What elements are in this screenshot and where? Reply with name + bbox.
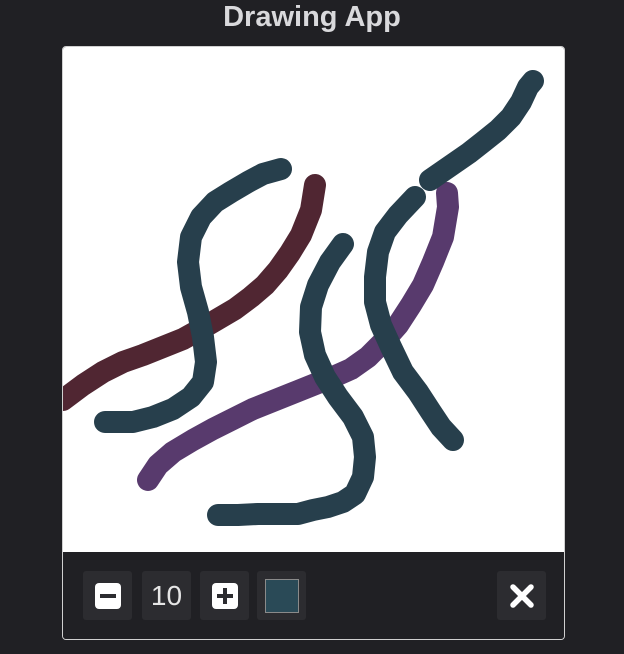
canvas-surface[interactable] — [63, 47, 565, 552]
drawing-canvas[interactable] — [63, 47, 565, 552]
drawing-app: 10 — [62, 46, 565, 640]
color-swatch[interactable] — [264, 578, 299, 613]
close-icon — [509, 583, 534, 608]
app-title: Drawing App — [223, 1, 401, 33]
toolbar: 10 — [63, 552, 564, 639]
increase-size-button[interactable] — [200, 571, 249, 620]
minus-square-icon — [94, 582, 121, 609]
brush-stroke-6 — [419, 70, 544, 191]
clear-canvas-button[interactable] — [497, 571, 546, 620]
color-picker[interactable] — [257, 571, 306, 620]
brush-size-value: 10 — [142, 571, 191, 620]
decrease-size-button[interactable] — [83, 571, 132, 620]
plus-square-icon — [211, 582, 238, 609]
